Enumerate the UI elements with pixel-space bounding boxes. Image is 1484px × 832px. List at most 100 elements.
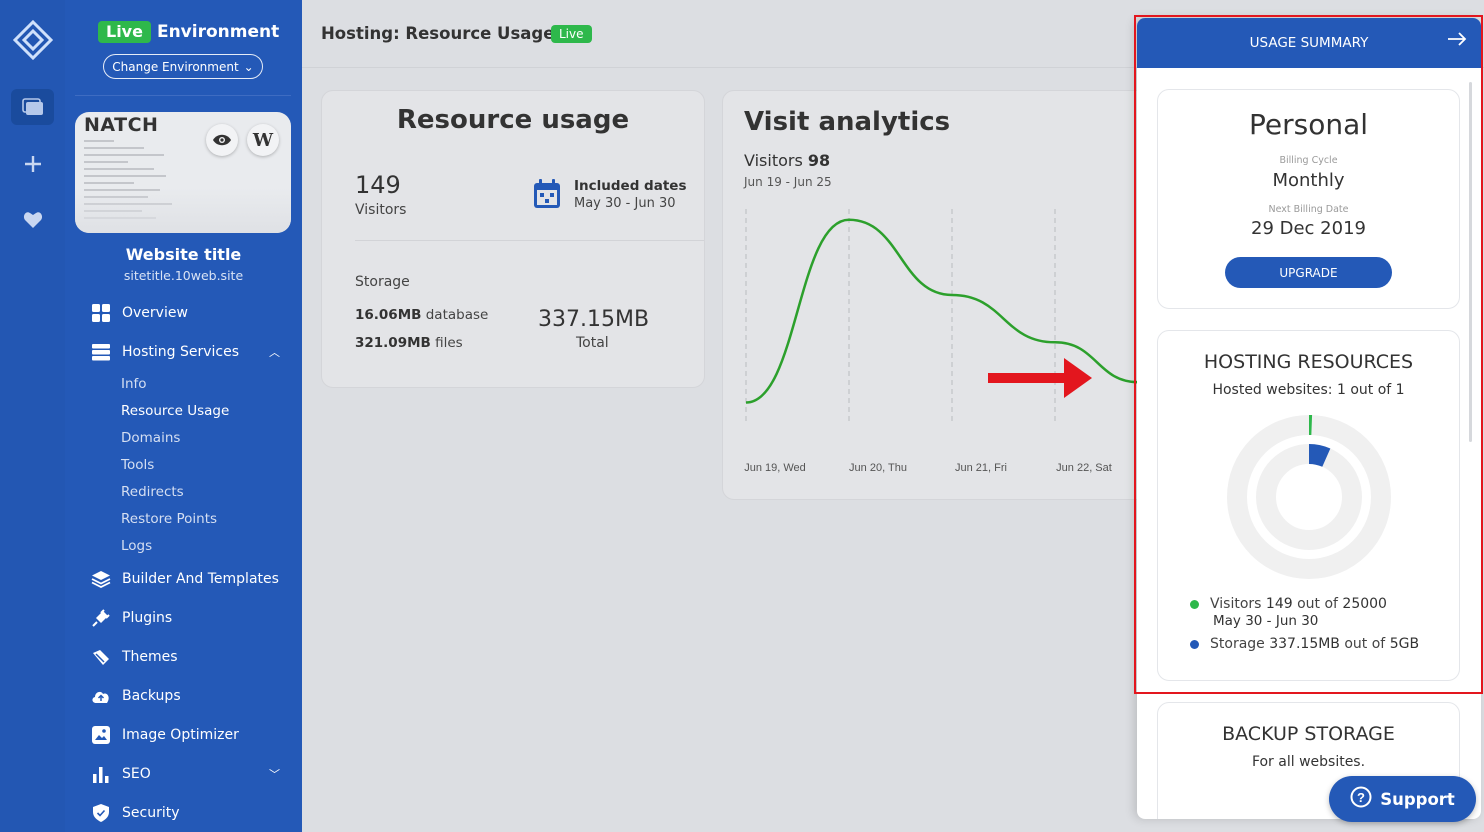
calendar-icon [533, 179, 561, 213]
legend-visitors-limit: 25000 [1342, 596, 1387, 612]
x-tick-label: Jun 20, Thu [849, 462, 907, 474]
legend-visitors-used: 149 [1265, 596, 1293, 612]
brush-icon [91, 647, 111, 667]
sidebar-subitem-resource-usage[interactable]: Resource Usage [121, 403, 229, 419]
shield-icon [91, 803, 111, 823]
backup-storage-subtitle: For all websites. [1251, 754, 1366, 770]
total-storage-value: 337.15MB [538, 307, 650, 332]
x-tick-label: Jun 21, Fri [955, 462, 1007, 474]
storage-dot [1190, 639, 1199, 649]
billing-cycle-value: Monthly [1272, 170, 1345, 191]
chevron-up-icon[interactable]: ︿ [269, 344, 280, 360]
change-environment-label: Change Environment [112, 59, 239, 74]
red-arrow-annotation [988, 358, 1092, 398]
cloud-upload-icon [91, 686, 111, 706]
visits-line-chart: Jun 19, Wed Jun 20, Thu Jun 21, Fri Jun 22,… [744, 209, 1139, 474]
visitors-count: 98 [807, 151, 831, 170]
visitors-legend: Visitors 149 out of 25000 [1190, 596, 1387, 612]
support-button[interactable]: ? Support [1329, 776, 1476, 822]
x-tick-label: Jun 19, Wed [744, 462, 806, 474]
sidebar-subitem-info[interactable]: Info [121, 376, 147, 392]
upgrade-button[interactable]: UPGRADE [1225, 257, 1392, 288]
status-badge: Live [551, 25, 592, 43]
add-icon[interactable] [11, 146, 54, 182]
visitors-dates: May 30 - Jun 30 [1213, 613, 1319, 629]
legend-storage-limit: 5GB [1389, 636, 1420, 652]
panel-scrollbar[interactable] [1469, 82, 1472, 442]
sidebar-item-label: Overview [122, 305, 188, 321]
sidebar: Live Environment Change Environment ⌄ NA… [65, 0, 302, 832]
next-billing-value: 29 Dec 2019 [1251, 218, 1366, 239]
server-icon [91, 342, 111, 362]
card-title: Visit analytics [744, 107, 951, 137]
svg-text:?: ? [1357, 790, 1365, 805]
websites-icon[interactable] [11, 89, 54, 125]
storage-label: Storage [355, 274, 410, 290]
chevron-down-icon: ⌄ [243, 59, 254, 74]
sidebar-item-label: Hosting Services [122, 344, 240, 360]
help-icon: ? [1350, 786, 1372, 812]
icon-rail [0, 0, 65, 832]
sidebar-subitem-domains[interactable]: Domains [121, 430, 180, 446]
arrow-right-icon[interactable] [1447, 31, 1467, 51]
wordpress-icon[interactable]: W [247, 124, 279, 156]
logo-icon[interactable] [12, 19, 54, 61]
sidebar-subitem-redirects[interactable]: Redirects [121, 484, 184, 500]
included-dates-label: Included dates [574, 178, 687, 194]
panel-title: USAGE SUMMARY [1249, 35, 1369, 51]
legend-visitors-mid: out of [1297, 596, 1338, 612]
sidebar-subitem-logs[interactable]: Logs [121, 538, 152, 554]
thumbnail-title: NATCH [84, 114, 159, 136]
files-label: files [435, 335, 463, 351]
hosting-resources-card: HOSTING RESOURCES Hosted websites: 1 out… [1157, 330, 1460, 681]
sidebar-subitem-tools[interactable]: Tools [121, 457, 154, 473]
date-range: Jun 19 - Jun 25 [744, 175, 832, 189]
site-url[interactable]: sitetitle.10web.site [65, 268, 302, 283]
legend-visitors-prefix: Visitors [1210, 596, 1262, 612]
image-icon [91, 725, 111, 745]
plan-name: Personal [1248, 108, 1369, 141]
usage-summary-panel: USAGE SUMMARY Personal Billing Cycle Mon… [1137, 18, 1481, 819]
storage-arc [1308, 444, 1331, 467]
plan-card: Personal Billing Cycle Monthly Next Bill… [1157, 89, 1460, 309]
environment-label: Environment [156, 22, 280, 42]
visitors-label: Visitors [744, 151, 803, 170]
layers-icon [91, 569, 111, 589]
site-thumbnail[interactable]: NATCH W [75, 112, 291, 233]
environment-row: Live Environment [98, 21, 279, 43]
visitors-summary: Visitors 98 [744, 151, 830, 170]
resources-donut-chart [1227, 414, 1391, 579]
sidebar-item-seo[interactable]: SEO [91, 764, 151, 784]
sidebar-item-builder-and-templates[interactable]: Builder And Templates [91, 569, 279, 589]
files-size: 321.09MB files [355, 335, 463, 351]
files-value: 321.09MB [355, 335, 431, 351]
chevron-down-icon[interactable]: ﹀ [269, 766, 280, 782]
sidebar-item-label: Image Optimizer [122, 727, 239, 743]
sidebar-item-image-optimizer[interactable]: Image Optimizer [91, 725, 239, 745]
backup-storage-title: BACKUP STORAGE [1222, 723, 1395, 745]
legend-storage-prefix: Storage [1210, 636, 1265, 652]
site-title: Website title [125, 245, 242, 264]
included-dates-value: May 30 - Jun 30 [574, 196, 676, 211]
resource-usage-card: Resource usage 149 Visitors Included dat… [321, 90, 705, 388]
sidebar-item-overview[interactable]: Overview [91, 303, 188, 323]
total-storage-label: Total [576, 335, 609, 351]
sidebar-item-plugins[interactable]: Plugins [91, 608, 172, 628]
preview-eye-icon[interactable] [206, 124, 238, 156]
billing-cycle-label: Billing Cycle [1279, 155, 1338, 166]
heart-icon[interactable] [11, 202, 54, 238]
sidebar-item-security[interactable]: Security [91, 803, 180, 823]
divider [75, 95, 291, 96]
legend-storage-used: 337.15MB [1269, 636, 1340, 652]
change-environment-button[interactable]: Change Environment ⌄ [103, 54, 263, 79]
sidebar-item-hosting-services[interactable]: Hosting Services [91, 342, 282, 362]
grid-icon [91, 303, 111, 323]
database-label: database [425, 307, 489, 323]
sidebar-subitem-restore-points[interactable]: Restore Points [121, 511, 217, 527]
visitors-count: 149 [355, 171, 401, 199]
sidebar-item-themes[interactable]: Themes [91, 647, 178, 667]
sidebar-item-backups[interactable]: Backups [91, 686, 181, 706]
page-title: Hosting: Resource Usage [321, 24, 555, 43]
support-label: Support [1380, 789, 1455, 809]
sidebar-item-label: Security [122, 805, 180, 821]
